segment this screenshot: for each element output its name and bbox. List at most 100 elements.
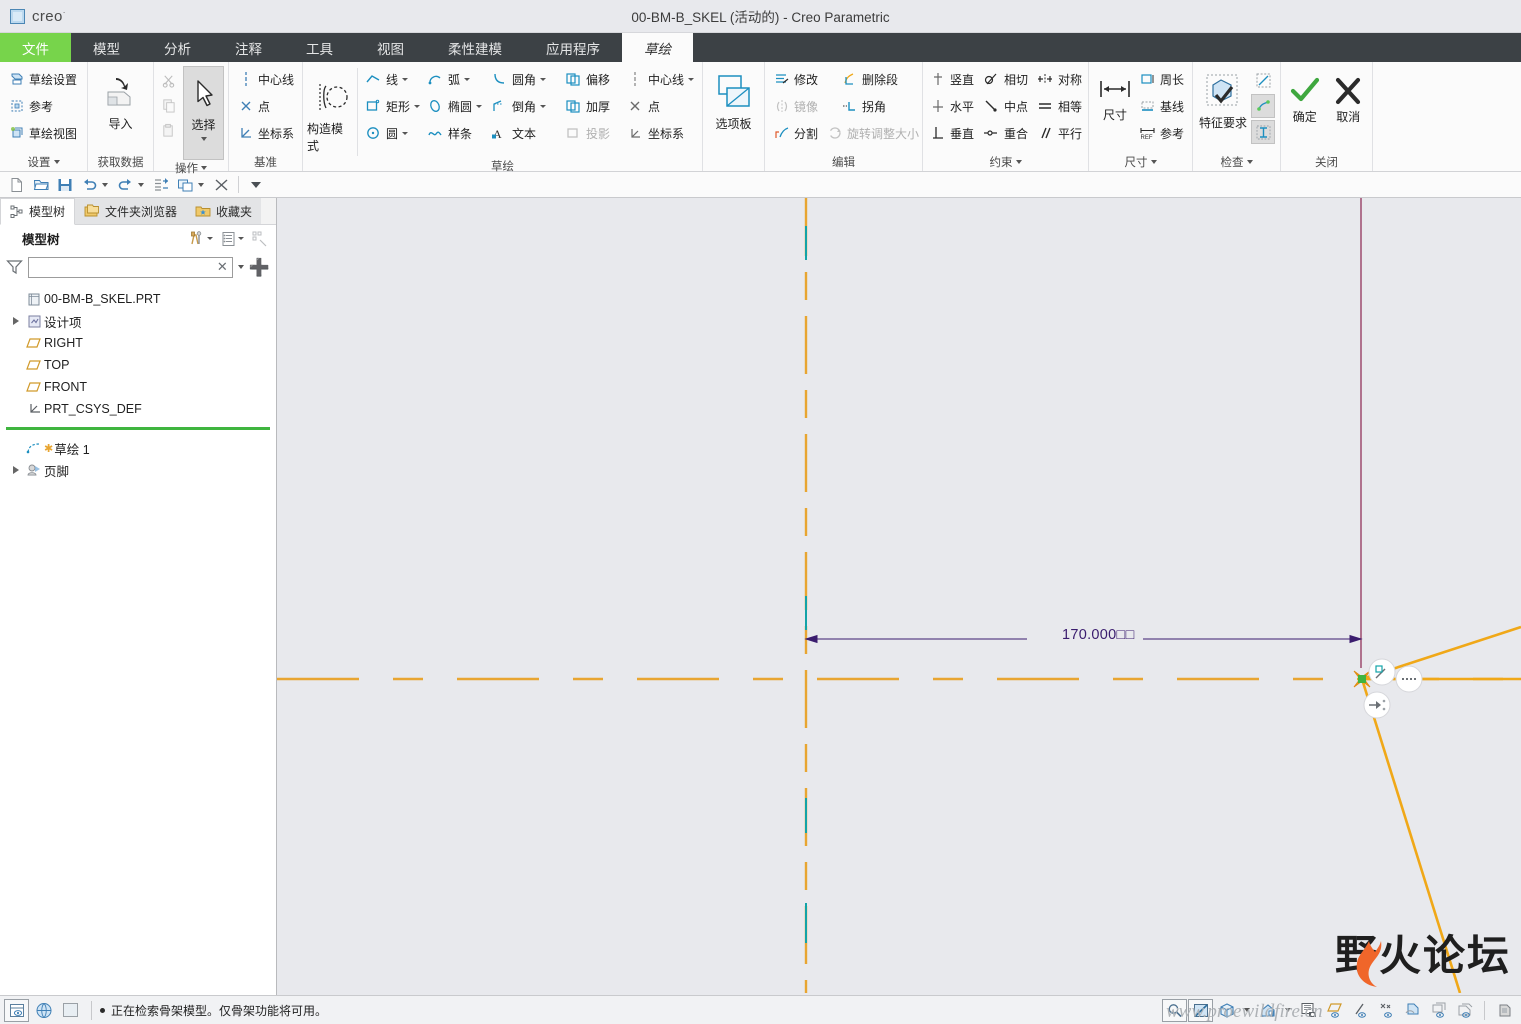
perimeter-button[interactable]: 周长 [1137, 66, 1186, 92]
expander-toggle[interactable] [8, 317, 24, 325]
sketch-setup-button[interactable]: 草绘设置 [4, 66, 81, 92]
baseline-button[interactable]: 基线 [1137, 93, 1186, 119]
equal-constraint-button[interactable]: 相等 [1035, 93, 1084, 119]
chevron-down-icon[interactable] [464, 77, 470, 81]
palette-button[interactable]: 选项板 [707, 66, 760, 132]
chevron-down-icon[interactable] [540, 104, 546, 108]
filter-icon[interactable] [6, 259, 23, 276]
chevron-down-icon[interactable] [198, 182, 204, 187]
coincident-constraint-button[interactable]: 重合 [981, 120, 1035, 146]
tree-item-right[interactable]: RIGHT [0, 332, 276, 354]
tree-item-top[interactable]: TOP [0, 354, 276, 376]
new-file-button[interactable] [6, 174, 28, 196]
select-button[interactable]: 选择 [183, 66, 224, 160]
modify-button[interactable]: 修改 [769, 66, 837, 92]
chamfer-button[interactable]: 倒角 [487, 93, 561, 119]
horizontal-constraint-button[interactable]: 水平 [927, 93, 981, 119]
datum-point-display-button[interactable] [1374, 999, 1399, 1022]
fillet-button[interactable]: 圆角 [487, 66, 561, 92]
window-button[interactable] [174, 174, 196, 196]
sketch-view-button[interactable]: 草绘视图 [4, 120, 81, 146]
project-button[interactable]: 投影 [561, 120, 623, 146]
delete-segment-button[interactable]: 删除段 [837, 66, 902, 92]
zoom-button[interactable] [1162, 998, 1187, 1022]
clear-search-icon[interactable]: ✕ [217, 259, 228, 275]
chevron-down-icon[interactable] [402, 77, 408, 81]
tree-filter-toggle-button[interactable] [250, 231, 270, 247]
parallel-constraint-button[interactable]: 平行 [1035, 120, 1084, 146]
tab-sketch[interactable]: 草绘 [622, 33, 693, 62]
datum-centerline-button[interactable]: 中心线 [233, 66, 298, 92]
spin-mode-button[interactable] [1492, 999, 1517, 1022]
close-window-button[interactable] [210, 174, 232, 196]
chevron-down-icon[interactable] [414, 104, 420, 108]
cut-button[interactable] [158, 68, 179, 92]
construction-mode-button[interactable]: 构造模式 [307, 66, 354, 158]
chevron-down-icon[interactable] [476, 104, 482, 108]
ribbon-group-setup-title[interactable]: 设置 [4, 152, 83, 171]
ribbon-group-constraints-title[interactable]: 约束 [927, 152, 1084, 171]
tree-item-front[interactable]: FRONT [0, 376, 276, 398]
datum-csys-button[interactable]: 坐标系 [233, 120, 298, 146]
graphics-canvas[interactable]: 170.000□□ 野火论坛 [277, 198, 1521, 995]
paste-button[interactable] [158, 118, 179, 142]
cancel-button[interactable]: 取消 [1329, 66, 1369, 125]
csys-display-button[interactable] [1400, 999, 1425, 1022]
blank-panel-button[interactable] [58, 999, 83, 1022]
tab-annotate[interactable]: 注释 [213, 33, 284, 62]
datum-point-button[interactable]: 点 [233, 93, 298, 119]
tab-flexible-modeling[interactable]: 柔性建模 [426, 33, 524, 62]
ribbon-group-inspect-title[interactable]: 检查 [1197, 152, 1276, 171]
tree-item-footer[interactable]: 页脚 [0, 459, 276, 481]
tab-tools[interactable]: 工具 [284, 33, 355, 62]
saved-views-button[interactable] [1296, 999, 1321, 1022]
vertical-constraint-button[interactable]: 竖直 [927, 66, 981, 92]
customize-qat-button[interactable] [245, 174, 267, 196]
chevron-down-icon[interactable] [138, 182, 144, 187]
layer-display-button[interactable] [4, 998, 29, 1022]
highlight-open-ends-toggle[interactable] [1251, 94, 1275, 118]
add-filter-icon[interactable]: ➕ [249, 259, 270, 276]
text-button[interactable]: A 文本 [487, 120, 561, 146]
tree-item-csys[interactable]: PRT_CSYS_DEF [0, 398, 276, 420]
mirror-button[interactable]: 镜像 [769, 93, 837, 119]
save-button[interactable] [54, 174, 76, 196]
overlapping-geometry-toggle[interactable] [1251, 68, 1275, 92]
model-tree-search-box[interactable]: ✕ [28, 256, 233, 278]
redo-button[interactable] [114, 174, 136, 196]
appearance-button[interactable] [1255, 999, 1280, 1022]
tree-item-part[interactable]: 00-BM-B_SKEL.PRT [0, 288, 276, 310]
perpendicular-constraint-button[interactable]: 垂直 [927, 120, 981, 146]
sidebar-tab-favorites[interactable]: 收藏夹 [186, 198, 262, 224]
offset-button[interactable]: 偏移 [561, 66, 623, 92]
expander-toggle[interactable] [8, 466, 24, 474]
tab-model[interactable]: 模型 [71, 33, 142, 62]
rotate-resize-button[interactable]: 旋转调整大小 [822, 120, 923, 146]
ribbon-group-dimension-title[interactable]: 尺寸 [1093, 152, 1188, 171]
datum-plane-display-button[interactable] [1322, 999, 1347, 1022]
circle-button[interactable]: 圆 [361, 120, 423, 146]
chevron-down-icon[interactable] [102, 182, 108, 187]
regenerate-button[interactable] [150, 174, 172, 196]
model-tree-search-input[interactable] [33, 260, 217, 274]
corner-button[interactable]: 拐角 [837, 93, 890, 119]
datum-axis-display-button[interactable] [1348, 999, 1373, 1022]
sketch-csys-button[interactable]: 坐标系 [623, 120, 688, 146]
sketch-centerline-button[interactable]: 中心线 [623, 66, 698, 92]
line-button[interactable]: 线 [361, 66, 423, 92]
arc-button[interactable]: 弧 [423, 66, 487, 92]
globe-button[interactable] [31, 999, 56, 1022]
tree-columns-button[interactable] [219, 231, 246, 247]
reference-button[interactable]: 参考 [4, 93, 81, 119]
chevron-down-icon[interactable] [1285, 1008, 1291, 1012]
chevron-down-icon[interactable] [200, 137, 207, 141]
feature-requirements-button[interactable]: 特征要求 [1197, 66, 1249, 131]
shading-button[interactable] [1214, 999, 1239, 1022]
tab-file[interactable]: 文件 [0, 33, 71, 62]
divide-button[interactable]: 分割 [769, 120, 822, 146]
sidebar-tab-folder-browser[interactable]: 文件夹浏览器 [75, 198, 187, 224]
tree-item-sketch[interactable]: ✱ 草绘 1 [0, 437, 276, 459]
chevron-down-icon[interactable] [1244, 1008, 1250, 1012]
dimension-value-label[interactable]: 170.000□□ [1062, 627, 1135, 643]
refit-button[interactable] [1188, 998, 1213, 1022]
